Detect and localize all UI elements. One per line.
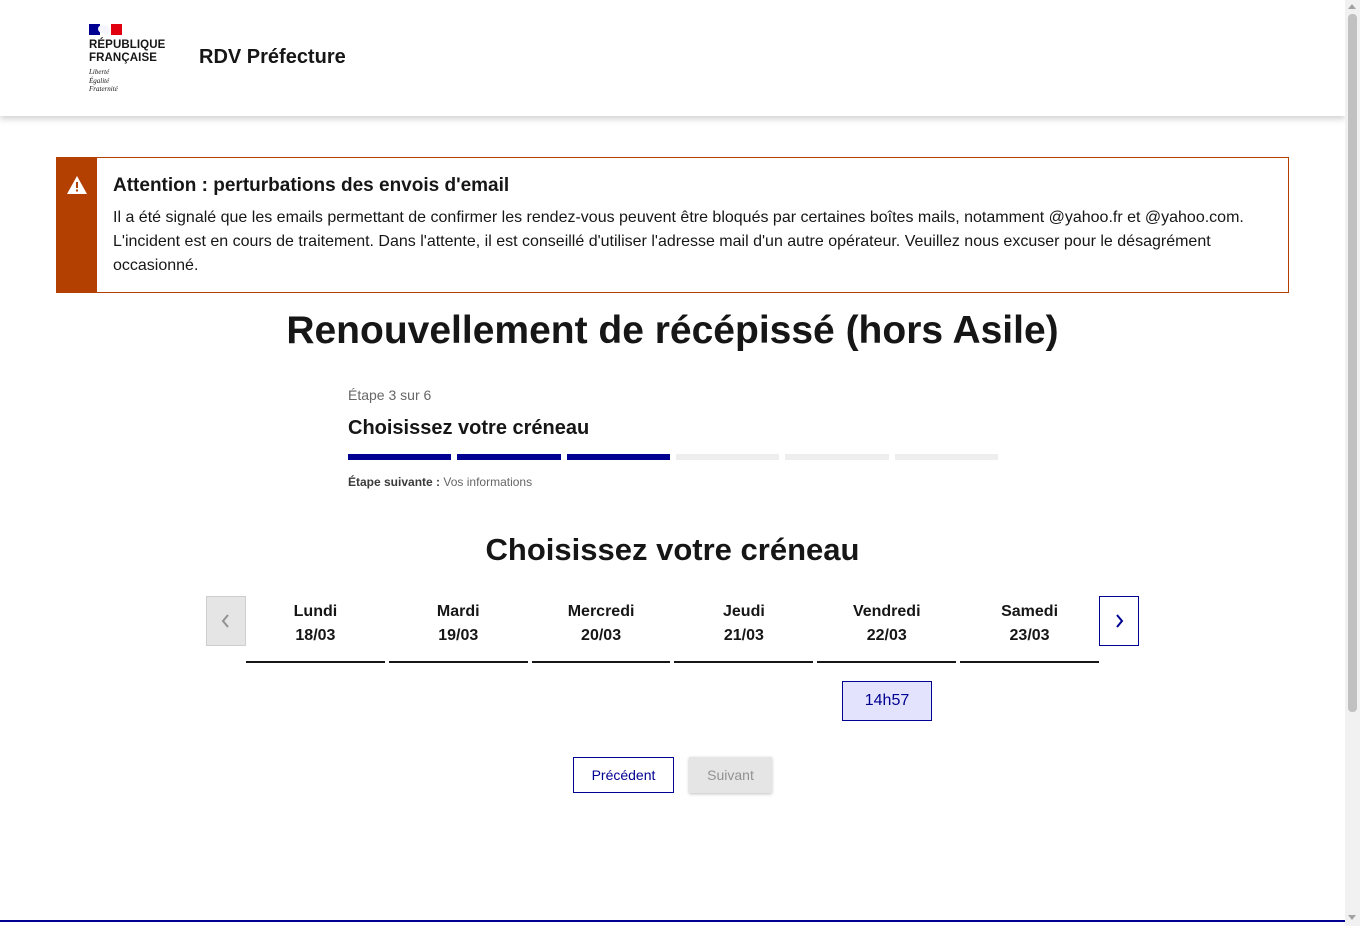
stepper-bar-5 bbox=[785, 454, 889, 460]
stepper-next-label: Étape suivante : bbox=[348, 475, 441, 489]
alert-text: Il a été signalé que les emails permetta… bbox=[113, 209, 1244, 274]
calendar-day: Mercredi 20/03 bbox=[531, 596, 671, 663]
day-date: 19/03 bbox=[438, 627, 479, 644]
calendar-day: Lundi 18/03 bbox=[246, 596, 385, 663]
day-name: Samedi bbox=[1001, 603, 1059, 620]
stepper: Étape 3 sur 6 Choisissez votre créneau É… bbox=[348, 387, 998, 489]
time-slot-button[interactable]: 14h57 bbox=[842, 681, 932, 721]
chevron-left-icon bbox=[221, 614, 229, 628]
motto-egalite: Égalité bbox=[89, 76, 110, 85]
chevron-right-icon bbox=[1116, 614, 1124, 628]
day-date: 20/03 bbox=[581, 627, 622, 644]
site-header: RÉPUBLIQUE FRANÇAISE Liberté Égalité Fra… bbox=[0, 0, 1345, 116]
motto-liberte: Liberté bbox=[89, 68, 110, 76]
calendar-next-button[interactable] bbox=[1099, 596, 1139, 646]
section-title: Choisissez votre créneau bbox=[485, 532, 860, 567]
stepper-bar-3 bbox=[566, 454, 670, 460]
calendar-day: Samedi 23/03 bbox=[960, 596, 1099, 663]
stepper-progress bbox=[348, 454, 998, 460]
day-date: 21/03 bbox=[723, 627, 764, 644]
stepper-bar-6 bbox=[894, 454, 998, 460]
stepper-bar-1 bbox=[348, 454, 452, 460]
logo-motto: Liberté Égalité Fraternité bbox=[89, 68, 179, 94]
alert-title: Attention : perturbations des envois d'e… bbox=[113, 175, 510, 196]
calendar-days: Lundi 18/03 Mardi 19/03 Mercredi 20/03 J… bbox=[246, 596, 1099, 663]
page: RÉPUBLIQUE FRANÇAISE Liberté Égalité Fra… bbox=[0, 0, 1345, 926]
stepper-state: Étape 3 sur 6 bbox=[348, 387, 432, 403]
logo-line-1: RÉPUBLIQUE bbox=[89, 39, 166, 51]
logo-line-2: FRANÇAISE bbox=[89, 52, 157, 64]
stepper-bar-2 bbox=[457, 454, 561, 460]
scroll-up-arrow-icon[interactable] bbox=[1348, 4, 1356, 9]
day-name: Jeudi bbox=[723, 603, 765, 620]
calendar-day: Vendredi 22/03 bbox=[817, 596, 957, 663]
day-name: Lundi bbox=[293, 603, 338, 620]
service-title[interactable]: RDV Préfecture bbox=[199, 46, 346, 69]
day-name: Mercredi bbox=[567, 603, 635, 620]
day-name: Mardi bbox=[436, 603, 480, 620]
next-button[interactable]: Suivant bbox=[689, 757, 772, 793]
calendar-day: Jeudi 21/03 bbox=[674, 596, 814, 663]
footer-border bbox=[0, 920, 1345, 922]
logo-text: RÉPUBLIQUE FRANÇAISE bbox=[89, 39, 179, 65]
stepper-next-value: Vos informations bbox=[443, 475, 533, 489]
day-name: Vendredi bbox=[852, 603, 921, 620]
day-date: 22/03 bbox=[866, 627, 907, 644]
warning-alert: Attention : perturbations des envois d'e… bbox=[56, 157, 1289, 293]
stepper-next-step: Étape suivante : Vos informations bbox=[348, 475, 532, 489]
marianne-flag-icon bbox=[89, 24, 122, 35]
calendar-day: Mardi 19/03 bbox=[388, 596, 528, 663]
scroll-down-arrow-icon[interactable] bbox=[1348, 915, 1356, 920]
scrollbar-thumb[interactable] bbox=[1348, 14, 1357, 712]
motto-fraternite: Fraternité bbox=[89, 85, 118, 93]
warning-icon bbox=[67, 176, 87, 194]
day-date: 23/03 bbox=[1009, 627, 1050, 644]
stepper-bar-4 bbox=[675, 454, 780, 460]
vertical-scrollbar[interactable] bbox=[1345, 0, 1360, 926]
stepper-title: Choisissez votre créneau bbox=[348, 417, 590, 439]
previous-button[interactable]: Précédent bbox=[573, 757, 674, 793]
page-title: Renouvellement de récépissé (hors Asile) bbox=[286, 309, 1059, 352]
republique-francaise-logo[interactable]: RÉPUBLIQUE FRANÇAISE Liberté Égalité Fra… bbox=[89, 24, 179, 94]
alert-bar bbox=[57, 158, 97, 292]
calendar-prev-button[interactable] bbox=[206, 596, 246, 646]
day-date: 18/03 bbox=[295, 627, 336, 644]
